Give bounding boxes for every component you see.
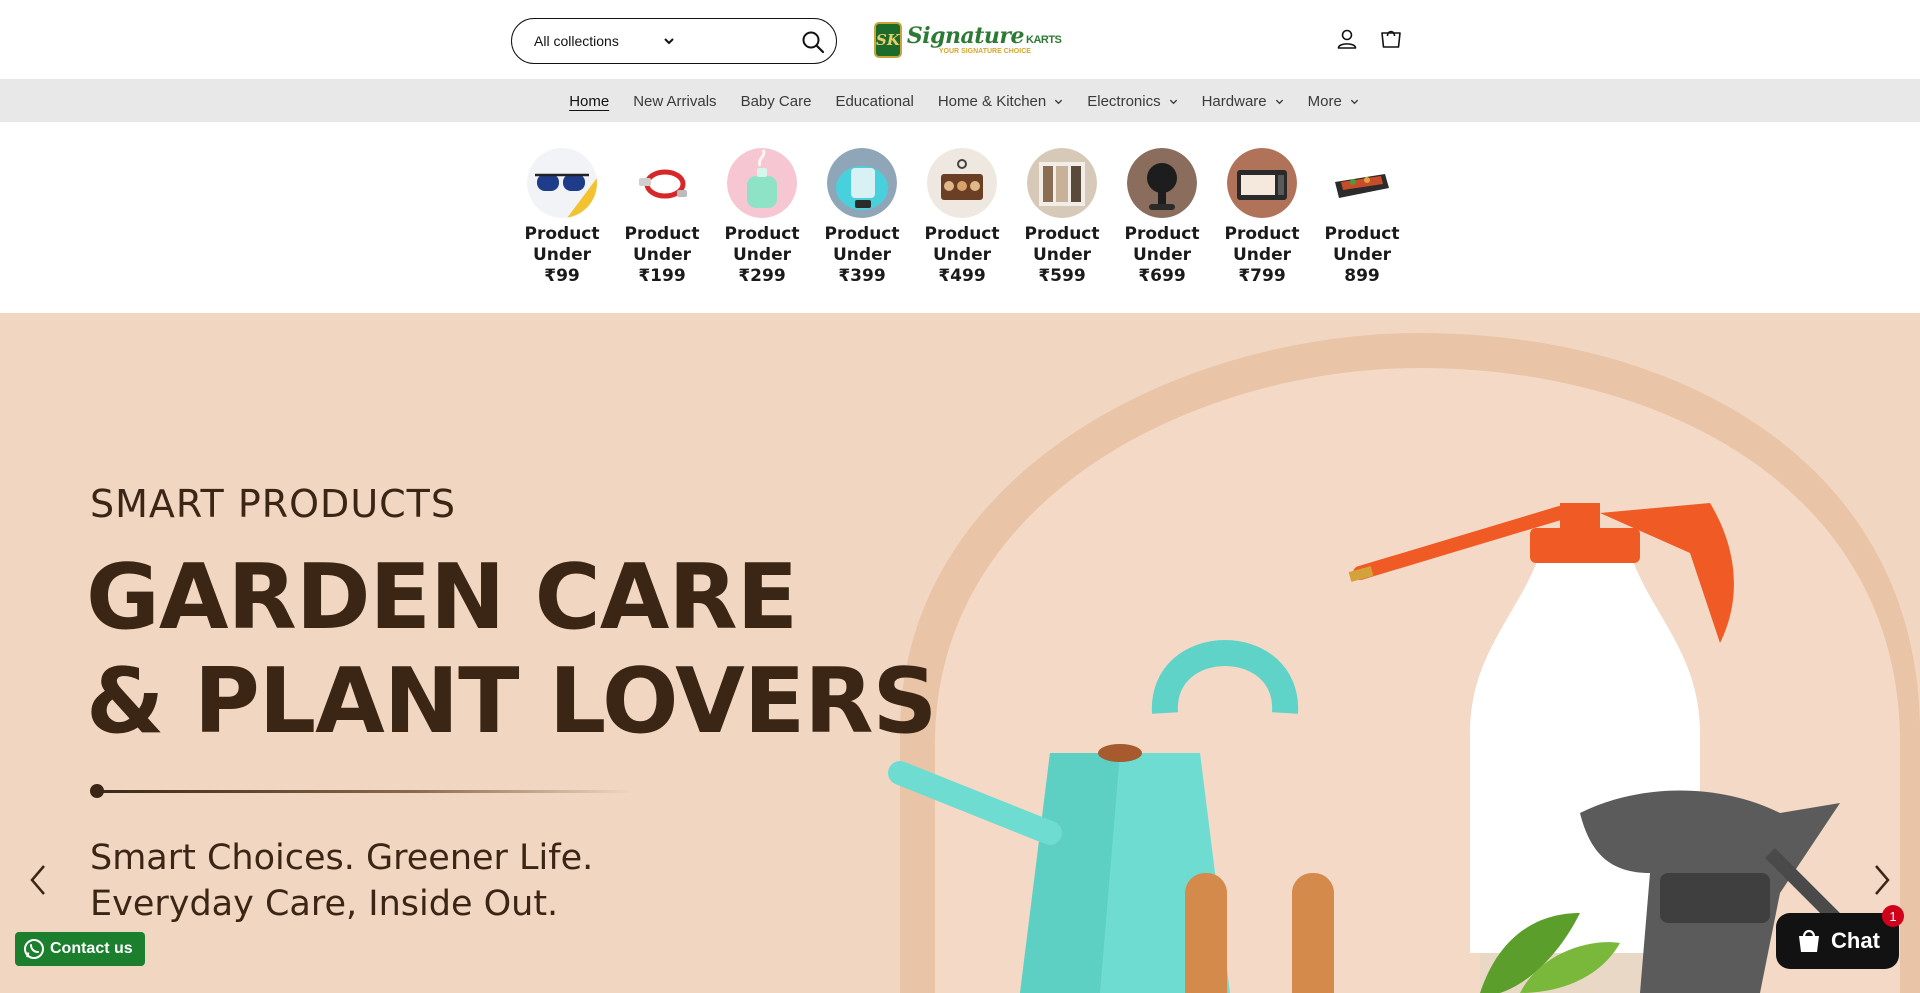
nav-item-label: Hardware [1201, 92, 1267, 110]
chat-button[interactable]: Chat [1776, 913, 1899, 969]
storage-rack-thumbnail [1027, 148, 1097, 218]
nav-item-more[interactable]: More [1296, 93, 1371, 110]
category-label: Product Under ₹699 [1124, 224, 1200, 286]
category-label: Product Under ₹399 [824, 224, 900, 286]
nav-item-new-arrivals[interactable]: New Arrivals [621, 93, 728, 110]
category-under-899[interactable]: Product Under 899 [1312, 148, 1412, 313]
nav-item-label: Home [569, 92, 610, 110]
category-label: Product Under ₹599 [1024, 224, 1100, 286]
fan-thumbnail [1127, 148, 1197, 218]
category-under-299[interactable]: Product Under ₹299 [712, 148, 812, 313]
nav-item-educational[interactable]: Educational [823, 93, 925, 110]
hero-subtitle: Smart Choices. Greener Life. Everyday Ca… [90, 835, 593, 927]
category-under-99[interactable]: Product Under ₹99 [512, 148, 612, 313]
chat-notification-badge: 1 [1882, 905, 1904, 927]
category-label: Product Under ₹499 [924, 224, 1000, 286]
nav-item-baby-care[interactable]: Baby Care [729, 93, 824, 110]
chevron-down-icon [664, 38, 674, 45]
organizer-thumbnail [927, 148, 997, 218]
contact-label: Contact us [50, 940, 133, 957]
nav-item-label: New Arrivals [633, 92, 717, 110]
nav-items: Home New Arrivals Baby Care Educational … [557, 93, 1371, 110]
chevron-right-icon[interactable] [1868, 860, 1896, 900]
category-under-699[interactable]: Product Under ₹699 [1112, 148, 1212, 313]
nav-item-label: Baby Care [740, 92, 812, 110]
sunglasses-thumbnail [527, 148, 597, 218]
nav-item-label: Electronics [1087, 92, 1161, 110]
logo-text: Signature KARTS YOUR SIGNATURE CHOICE [907, 25, 1062, 55]
site-header: All collections SK Signature KARTS YOUR S… [0, 0, 1920, 80]
collections-select-label: All collections [534, 33, 619, 49]
logo-tagline: YOUR SIGNATURE CHOICE [938, 48, 1031, 55]
chevron-down-icon [1350, 99, 1358, 104]
category-label: Product Under 899 [1324, 224, 1400, 286]
search-icon[interactable] [800, 29, 826, 55]
hero-title-line: GARDEN CARE [86, 545, 798, 650]
nav-item-label: More [1307, 92, 1342, 110]
logo-name: Signature KARTS [907, 25, 1062, 47]
logo-name-text: Signature [906, 23, 1025, 49]
hero-eyebrow: SMART PRODUCTS [90, 482, 457, 526]
hero-slideshow: SMART PRODUCTS GARDEN CARE & PLANT LOVER… [0, 313, 1920, 993]
chevron-down-icon [1169, 99, 1177, 104]
cart-icon[interactable] [1379, 27, 1403, 51]
hero-divider [92, 790, 632, 793]
nav-item-home[interactable]: Home [557, 93, 621, 110]
chat-label: Chat [1831, 928, 1880, 953]
nav-item-hardware[interactable]: Hardware [1190, 93, 1296, 110]
chevron-down-icon [1055, 99, 1063, 104]
logo-mark: SK [874, 22, 902, 58]
category-under-499[interactable]: Product Under ₹499 [912, 148, 1012, 313]
category-under-799[interactable]: Product Under ₹799 [1212, 148, 1312, 313]
hero-title-line: & PLANT LOVERS [86, 649, 937, 754]
cable-thumbnail [627, 148, 697, 218]
humidifier-thumbnail [727, 148, 797, 218]
category-under-399[interactable]: Product Under ₹399 [812, 148, 912, 313]
category-label: Product Under ₹199 [624, 224, 700, 286]
account-icon[interactable] [1335, 27, 1359, 51]
category-list: Product Under ₹99 Product Under ₹199 Pro… [512, 122, 1412, 313]
hero-title: GARDEN CARE & PLANT LOVERS [86, 545, 937, 754]
logo-suffix: KARTS [1026, 34, 1062, 46]
whatsapp-contact-button[interactable]: Contact us [15, 932, 145, 966]
hero-subtitle-line: Smart Choices. Greener Life. [90, 838, 594, 878]
nav-item-label: Educational [835, 92, 914, 110]
chevron-left-icon[interactable] [24, 860, 52, 900]
nav-item-label: Home & Kitchen [937, 92, 1047, 110]
hero-divider-dot [90, 784, 104, 798]
grill-thumbnail [1327, 148, 1397, 218]
category-label: Product Under ₹299 [724, 224, 800, 286]
category-under-599[interactable]: Product Under ₹599 [1012, 148, 1112, 313]
category-label: Product Under ₹99 [524, 224, 600, 286]
site-logo[interactable]: SK Signature KARTS YOUR SIGNATURE CHOICE [874, 20, 1062, 60]
search-bar[interactable]: All collections [511, 18, 837, 64]
collections-select[interactable]: All collections [534, 33, 674, 49]
hero-subtitle-line: Everyday Care, Inside Out. [90, 884, 559, 924]
nav-item-electronics[interactable]: Electronics [1075, 93, 1189, 110]
chevron-down-icon [1275, 99, 1283, 104]
category-under-199[interactable]: Product Under ₹199 [612, 148, 712, 313]
category-label: Product Under ₹799 [1224, 224, 1300, 286]
nav-item-home-kitchen[interactable]: Home & Kitchen [926, 93, 1075, 110]
oven-thumbnail [1227, 148, 1297, 218]
main-nav: Home New Arrivals Baby Care Educational … [0, 80, 1920, 122]
shopping-bag-icon [1799, 929, 1820, 952]
whatsapp-icon [24, 939, 44, 959]
blender-thumbnail [827, 148, 897, 218]
price-category-strip: Product Under ₹99 Product Under ₹199 Pro… [0, 122, 1920, 313]
